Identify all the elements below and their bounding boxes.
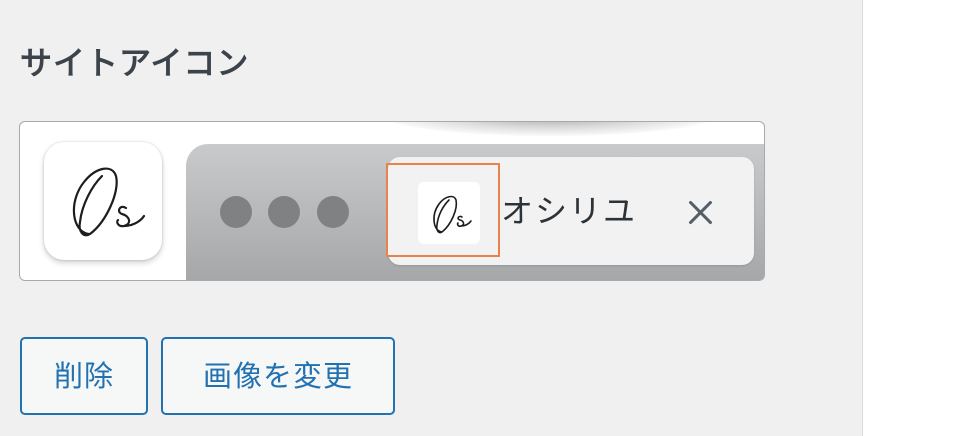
- section-title: サイトアイコン: [20, 44, 250, 82]
- change-image-button[interactable]: 画像を変更: [161, 337, 395, 415]
- site-icon-panel: サイトアイコン オシリユ 削除 画像を変更: [0, 0, 862, 436]
- preview-shadow: [380, 122, 720, 136]
- favicon-highlight-box: [386, 163, 500, 257]
- close-icon: [682, 195, 718, 231]
- app-icon-preview: [44, 142, 162, 260]
- window-dot-icon: [220, 196, 252, 228]
- window-dot-icon: [317, 196, 349, 228]
- tab-title: オシリユ: [501, 192, 638, 230]
- window-dot-icon: [268, 196, 300, 228]
- os-logo-icon: [72, 167, 146, 237]
- preview-area: [862, 0, 960, 436]
- remove-button[interactable]: 削除: [20, 337, 148, 415]
